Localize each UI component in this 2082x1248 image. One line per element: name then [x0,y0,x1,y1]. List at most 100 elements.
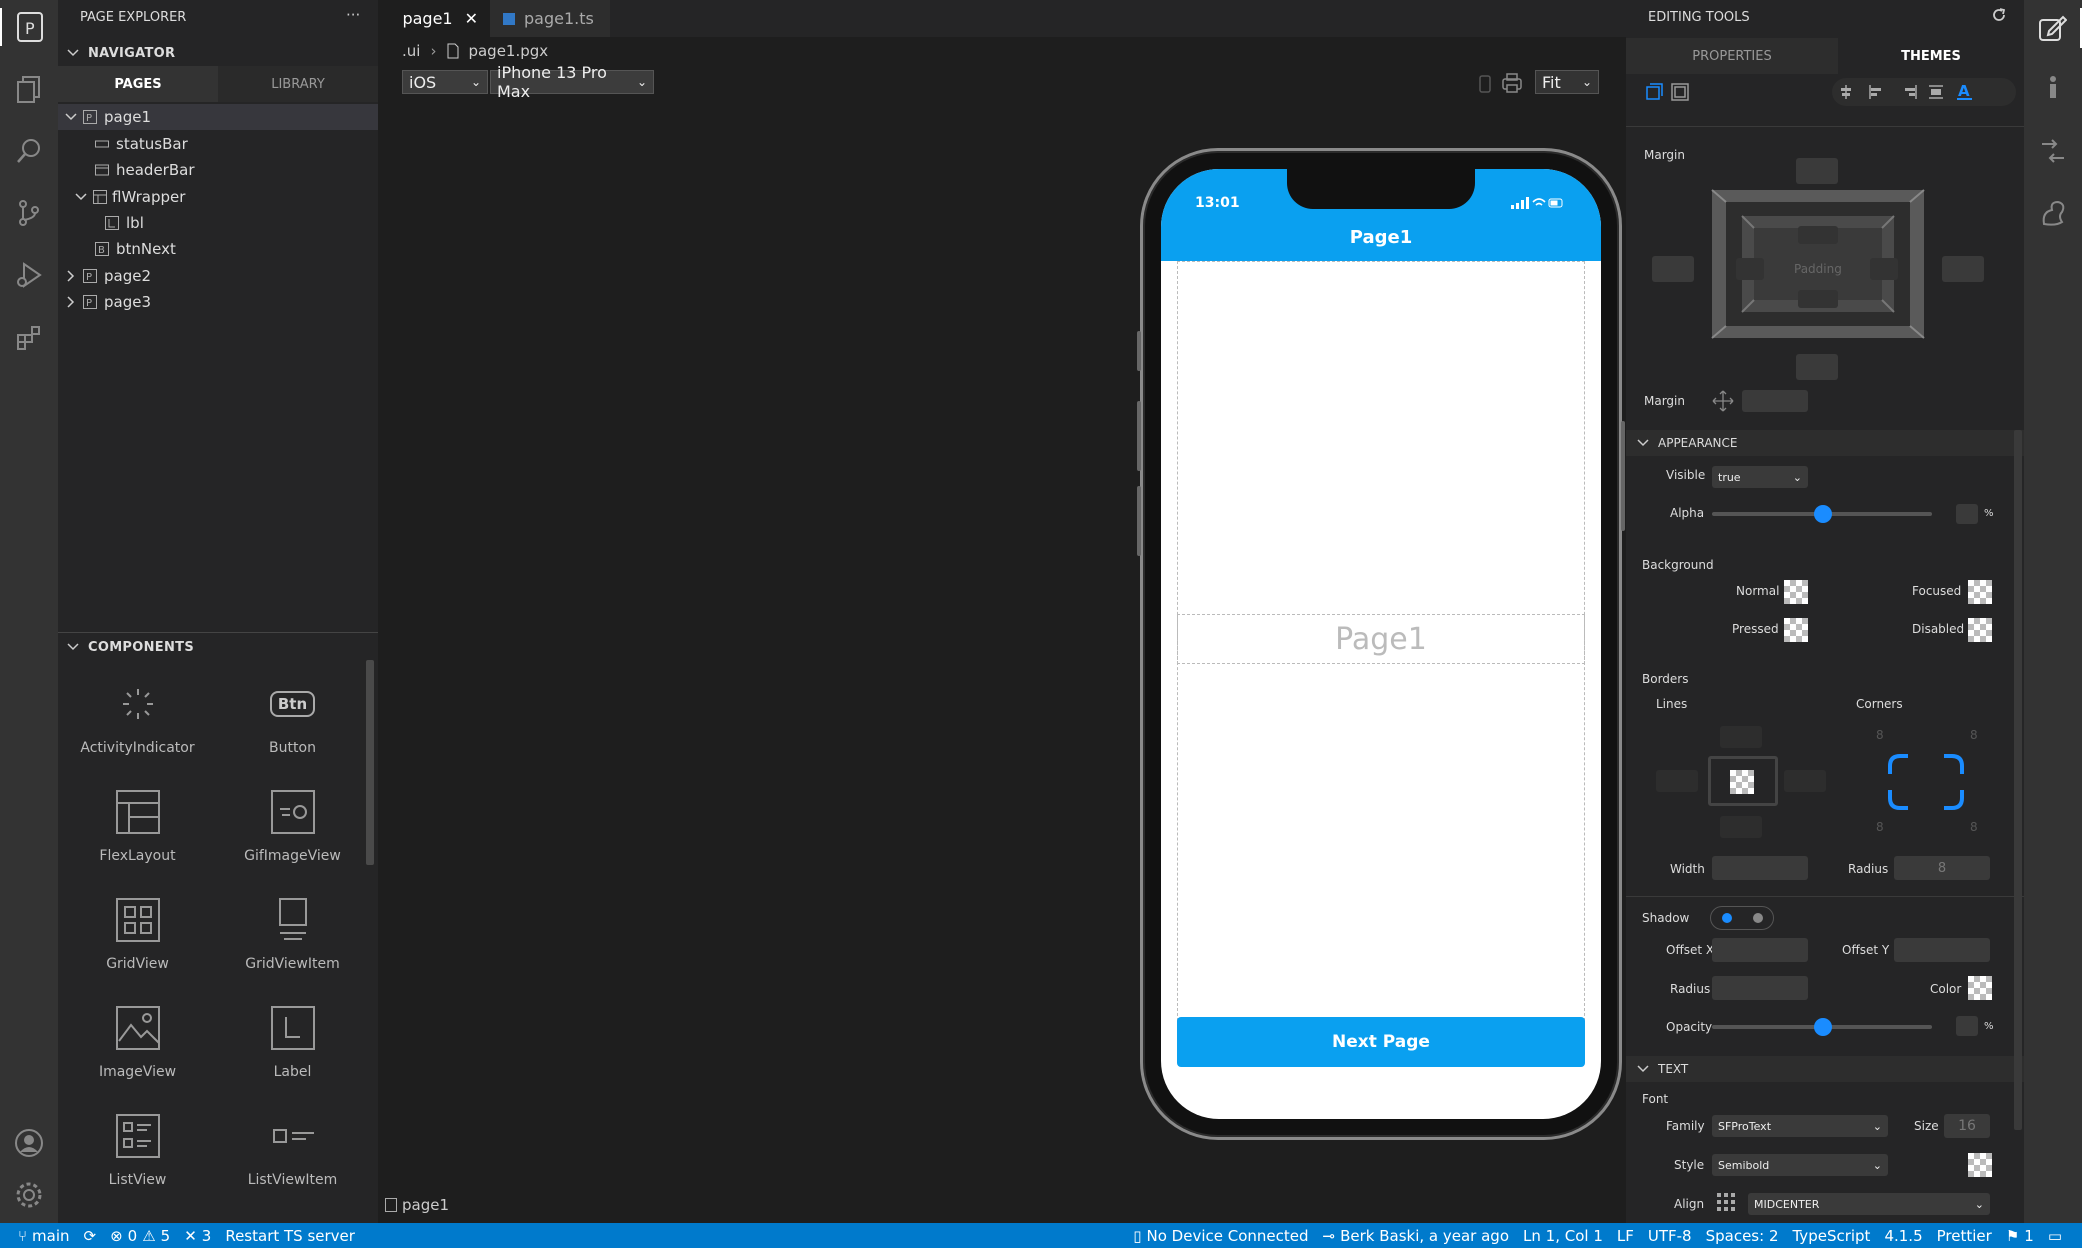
files-icon[interactable] [10,70,48,108]
navigator-header[interactable]: NAVIGATOR [58,40,378,66]
bg-disabled-swatch[interactable] [1968,618,1992,642]
run-debug-icon[interactable] [10,256,48,294]
padding-bottom-input[interactable] [1798,290,1838,308]
margin-right-input[interactable] [1942,256,1984,282]
appearance-header[interactable]: APPEARANCE [1626,430,2024,456]
breadcrumb-part[interactable]: .ui [402,42,420,60]
indent-status[interactable]: Spaces: 2 [1706,1227,1779,1245]
component-gridviewitem[interactable]: GridViewItem [215,882,370,990]
margin-all-input[interactable] [1742,390,1808,412]
prettier-status[interactable]: Prettier [1937,1227,1992,1245]
cursor-position[interactable]: Ln 1, Col 1 [1523,1227,1603,1245]
align-left-icon[interactable] [1868,84,1884,104]
copy-style-icon[interactable] [1644,82,1664,106]
component-listview[interactable]: ListView [60,1098,215,1206]
border-color-swatch[interactable] [1730,770,1754,794]
close-icon[interactable]: ✕ [465,9,478,28]
tree-item-btnnext[interactable]: B btnNext [58,236,378,262]
alpha-slider-knob[interactable] [1814,505,1832,523]
tree-item-headerbar[interactable]: headerBar [58,157,378,183]
tree-item-page1[interactable]: P page1 [58,104,378,130]
corner-top-left-value[interactable]: 8 [1876,728,1884,742]
border-top-input[interactable] [1720,726,1762,748]
margin-bottom-input[interactable] [1796,354,1838,380]
tab-page1[interactable]: page1 ✕ [378,0,490,37]
tab-properties[interactable]: PROPERTIES [1626,38,1838,74]
shadow-offset-x-input[interactable] [1712,938,1808,962]
visible-select[interactable]: true ⌄ [1712,466,1808,488]
zoom-select[interactable]: Fit ⌄ [1535,70,1599,94]
refresh-icon[interactable] [1990,6,2008,28]
component-activityindicator[interactable]: ActivityIndicator [60,666,215,774]
restart-ts-server[interactable]: Restart TS server [225,1227,355,1245]
shadow-offset-y-input[interactable] [1894,938,1990,962]
corner-bottom-right-value[interactable]: 8 [1970,820,1978,834]
align-select[interactable]: MIDCENTER ⌄ [1748,1193,1990,1215]
move-icon[interactable] [1712,390,1734,416]
problems-status[interactable]: ⊗ 0 ⚠ 5 [110,1227,170,1245]
eol-status[interactable]: LF [1617,1227,1634,1245]
shadow-opacity-knob[interactable] [1814,1018,1832,1036]
border-right-input[interactable] [1784,770,1826,792]
device-orientation-icon[interactable] [1478,74,1492,98]
font-family-select[interactable]: SFProText ⌄ [1712,1115,1888,1137]
border-width-input[interactable] [1712,856,1808,880]
corner-bottom-left-value[interactable]: 8 [1876,820,1884,834]
page-explorer-icon[interactable]: P [0,8,58,46]
distribute-icon[interactable] [1928,84,1944,104]
page-label[interactable]: Page1 [1177,614,1585,664]
breadcrumb-part[interactable]: page1.pgx [468,42,548,60]
text-color-swatch[interactable] [1968,1153,1992,1177]
platform-select[interactable]: iOS ⌄ [402,70,488,94]
git-blame[interactable]: ⊸ Berk Baski, a year ago [1323,1227,1510,1245]
padding-left-input[interactable] [1736,258,1764,280]
tab-page1-ts[interactable]: page1.ts [490,0,610,37]
padding-top-input[interactable] [1798,226,1838,244]
component-button[interactable]: Btn Button [215,666,370,774]
branch-status[interactable]: ⑂ main [18,1227,70,1245]
print-icon[interactable] [1500,72,1524,98]
shadow-opacity-input[interactable] [1956,1016,1978,1036]
tab-themes[interactable]: THEMES [1838,38,2024,74]
tree-item-page2[interactable]: P page2 [58,263,378,289]
tools-status[interactable]: ✕ 3 [184,1227,211,1245]
info-icon[interactable] [2038,72,2068,106]
frame-icon[interactable] [1670,82,1690,106]
editing-tools-icon[interactable] [2024,8,2082,48]
tree-item-flwrapper[interactable]: flWrapper [58,184,378,210]
margin-top-input[interactable] [1796,158,1838,184]
squirrel-icon[interactable] [2038,198,2068,232]
shadow-platform-toggle[interactable] [1710,906,1774,930]
sync-icon[interactable]: ⟳ [84,1227,97,1245]
extensions-icon[interactable] [10,318,48,356]
source-control-icon[interactable] [10,194,48,232]
tab-pages[interactable]: PAGES [58,66,218,102]
text-color-icon[interactable]: A [1956,82,1974,106]
settings-gear-icon[interactable] [10,1176,48,1214]
text-header[interactable]: TEXT [1626,1056,2024,1082]
properties-scrollbar[interactable] [2014,430,2022,1130]
component-listviewitem[interactable]: ListViewItem [215,1098,370,1206]
border-bottom-input[interactable] [1720,816,1762,838]
corner-top-right-value[interactable]: 8 [1970,728,1978,742]
tree-item-page3[interactable]: P page3 [58,289,378,315]
encoding-status[interactable]: UTF-8 [1648,1227,1692,1245]
account-icon[interactable] [10,1124,48,1162]
shadow-radius-input[interactable] [1712,976,1808,1000]
search-icon[interactable] [10,132,48,170]
language-status[interactable]: TypeScript [1792,1227,1870,1245]
bg-focused-swatch[interactable] [1968,580,1992,604]
component-gridview[interactable]: GridView [60,882,215,990]
version-status[interactable]: 4.1.5 [1884,1227,1922,1245]
component-flexlayout[interactable]: FlexLayout [60,774,215,882]
component-imageview[interactable]: ImageView [60,990,215,1098]
align-grid-icon[interactable] [1716,1192,1736,1216]
component-label[interactable]: Label [215,990,370,1098]
device-status[interactable]: ▯ No Device Connected [1133,1227,1308,1245]
tree-item-statusbar[interactable]: statusBar [58,131,378,157]
align-right-icon[interactable] [1902,84,1918,104]
shadow-color-swatch[interactable] [1968,976,1992,1000]
bg-normal-swatch[interactable] [1784,580,1808,604]
alpha-input[interactable] [1956,504,1978,524]
flow-icon[interactable] [2038,136,2068,170]
